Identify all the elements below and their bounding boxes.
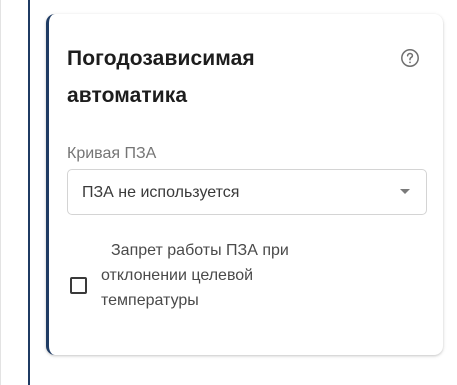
card-title: Погодозависимая автоматика — [67, 40, 357, 114]
deviation-ban-label-line-1: Запрет работы ПЗА при — [111, 242, 289, 259]
deviation-ban-label-line-2: отклонении целевой — [101, 267, 254, 284]
curve-field-label: Кривая ПЗА — [67, 145, 157, 162]
caret-down-icon — [400, 189, 410, 194]
section-accent-line — [28, 0, 30, 385]
deviation-ban-label-line-3: температуры — [101, 292, 199, 309]
panel-divider — [0, 0, 1, 385]
card-title-line-2: автоматика — [67, 84, 188, 107]
card-title-line-1: Погодозависимая — [67, 47, 255, 70]
help-icon[interactable] — [400, 48, 420, 68]
deviation-ban-label[interactable]: Запрет работы ПЗА при отклонении целевой… — [101, 238, 371, 313]
curve-select[interactable]: ПЗА не используется — [67, 169, 427, 215]
weather-compensation-card: Погодозависимая автоматика Кривая ПЗА ПЗ… — [46, 14, 443, 355]
page: Погодозависимая автоматика Кривая ПЗА ПЗ… — [0, 0, 457, 385]
curve-select-value: ПЗА не используется — [82, 184, 240, 201]
deviation-ban-checkbox[interactable] — [70, 277, 87, 294]
